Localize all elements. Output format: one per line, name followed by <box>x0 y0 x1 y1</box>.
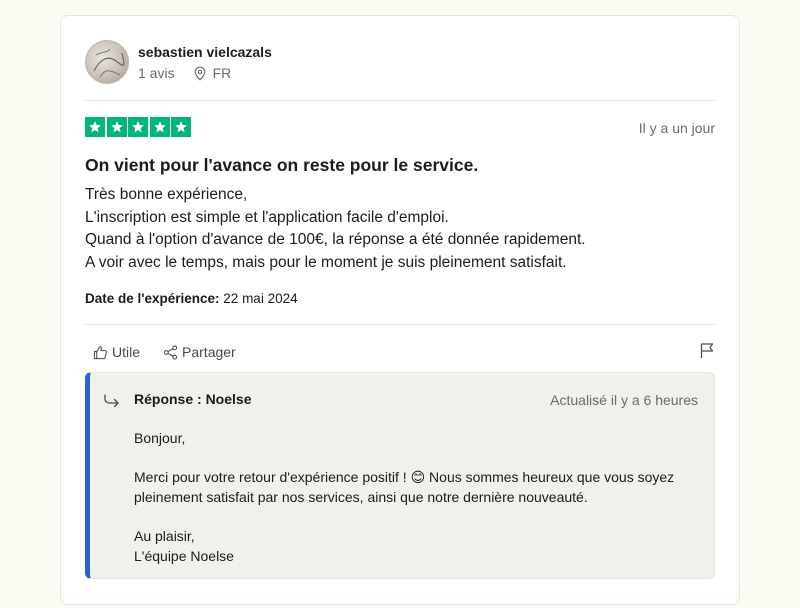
review-body-line: Quand à l'option d'avance de 100€, la ré… <box>85 231 586 248</box>
reply-title: Réponse : Noelse <box>134 391 252 407</box>
divider <box>85 100 715 101</box>
reply-message: Merci pour votre retour d'expérience pos… <box>134 469 675 505</box>
review-body-line: Très bonne expérience, <box>85 186 248 203</box>
star-icon <box>149 117 170 137</box>
review-date: Il y a un jour <box>638 120 715 136</box>
avatar[interactable] <box>85 40 129 84</box>
star-icon <box>85 117 105 137</box>
reply-date: Actualisé il y a 6 heures <box>550 392 698 408</box>
reviewer-country: FR <box>212 65 232 81</box>
reply-closing-line: Au plaisir, <box>134 528 195 544</box>
review-body: Très bonne expérience, L'inscription est… <box>85 184 586 274</box>
reply-greeting: Bonjour, <box>134 430 186 446</box>
star-icon <box>106 117 127 137</box>
reply-signature: L'équipe Noelse <box>134 548 234 564</box>
review-card: sebastien vielcazals 1 avis FR Il y a un… <box>60 15 740 605</box>
reviewer-info: sebastien vielcazals 1 avis FR <box>138 43 272 81</box>
review-title[interactable]: On vient pour l'avance on reste pour le … <box>85 155 478 176</box>
reply-arrow-icon <box>104 394 119 408</box>
reviewer-location: FR <box>193 65 232 81</box>
useful-label: Utile <box>112 344 141 360</box>
experience-date-label: Date de l'expérience: <box>85 291 220 306</box>
review-body-line: L'inscription est simple et l'applicatio… <box>85 208 449 226</box>
report-flag-button[interactable] <box>699 342 715 364</box>
star-icon <box>128 117 148 137</box>
review-body-line: A voir avec le temps, mais pour le momen… <box>85 253 567 271</box>
share-label: Partager <box>182 344 236 360</box>
reviewer-name[interactable]: sebastien vielcazals <box>138 43 272 61</box>
star-rating <box>85 117 193 137</box>
reviewer-meta: 1 avis FR <box>138 65 272 81</box>
share-button[interactable]: Partager <box>163 344 236 360</box>
reviewer-header: sebastien vielcazals 1 avis FR <box>85 40 272 84</box>
experience-date: Date de l'expérience: 22 mai 2024 <box>85 291 298 306</box>
star-icon <box>171 117 191 137</box>
review-actions: Utile Partager <box>93 344 259 360</box>
reply-body: Bonjour, Merci pour votre retour d'expér… <box>134 428 704 566</box>
company-reply: Réponse : Noelse Actualisé il y a 6 heur… <box>85 372 715 579</box>
review-count: 1 avis <box>138 65 175 81</box>
divider <box>85 324 715 325</box>
thumbs-up-icon <box>93 345 107 359</box>
share-icon <box>163 344 178 360</box>
experience-date-value: 22 mai 2024 <box>223 291 298 306</box>
useful-button[interactable]: Utile <box>93 344 140 360</box>
location-pin-icon <box>194 66 205 81</box>
reply-closing: Au plaisir, L'équipe Noelse <box>134 526 704 566</box>
flag-icon <box>700 343 714 358</box>
